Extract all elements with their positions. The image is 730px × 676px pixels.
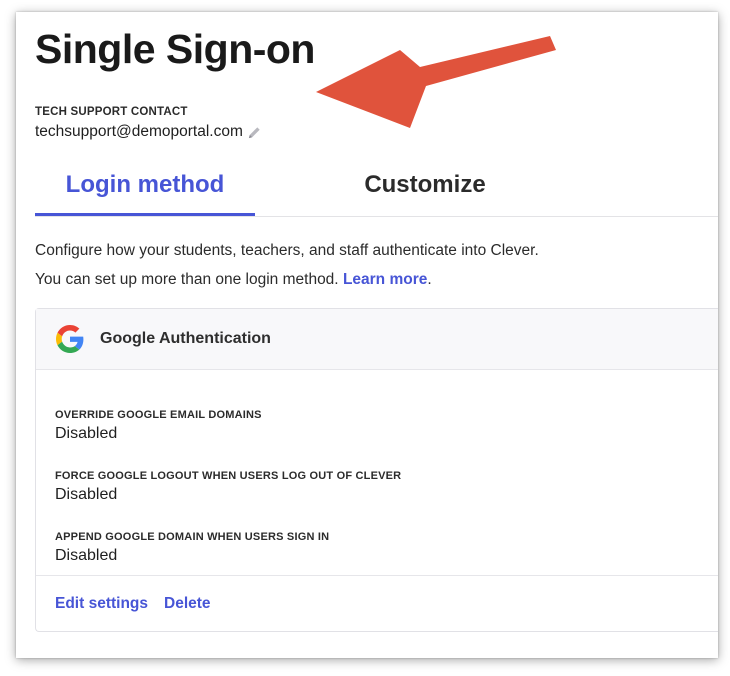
setting-value: Disabled <box>55 425 118 442</box>
description-line-2-text: You can set up more than one login metho… <box>35 271 339 288</box>
description-line-2: You can set up more than one login metho… <box>35 265 715 294</box>
setting-value: Disabled <box>55 547 118 564</box>
setting-value: Disabled <box>55 486 118 503</box>
learn-more-link[interactable]: Learn more <box>343 271 427 288</box>
edit-settings-link[interactable]: Edit settings <box>55 595 148 613</box>
tab-bar: Login method Customize <box>35 166 718 217</box>
tech-support-label: TECH SUPPORT CONTACT <box>35 106 188 118</box>
description-line-1: Configure how your students, teachers, a… <box>35 242 539 259</box>
card-header: Google Authentication <box>36 309 718 370</box>
setting-label: OVERRIDE GOOGLE EMAIL DOMAINS <box>55 409 262 421</box>
setting-append-domain: APPEND GOOGLE DOMAIN WHEN USERS SIGN IN … <box>55 531 329 565</box>
setting-label: FORCE GOOGLE LOGOUT WHEN USERS LOG OUT O… <box>55 470 402 482</box>
tab-login-method[interactable]: Login method <box>35 166 255 216</box>
google-g-icon <box>56 325 84 353</box>
card-footer: Edit settings Delete <box>36 575 718 631</box>
card-title: Google Authentication <box>100 330 271 347</box>
google-auth-card: Google Authentication OVERRIDE GOOGLE EM… <box>35 308 718 632</box>
setting-label: APPEND GOOGLE DOMAIN WHEN USERS SIGN IN <box>55 531 330 543</box>
screenshot-frame: Single Sign-on TECH SUPPORT CONTACT tech… <box>16 12 718 658</box>
description-period: . <box>427 271 432 288</box>
setting-override-domains: OVERRIDE GOOGLE EMAIL DOMAINS Disabled <box>55 409 262 443</box>
tab-customize[interactable]: Customize <box>350 166 500 215</box>
description: Configure how your students, teachers, a… <box>35 236 715 294</box>
delete-link[interactable]: Delete <box>164 595 211 613</box>
page-title: Single Sign-on <box>35 26 315 72</box>
tech-support-email: techsupport@demoportal.com <box>35 123 243 140</box>
setting-force-logout: FORCE GOOGLE LOGOUT WHEN USERS LOG OUT O… <box>55 470 401 504</box>
tech-support-contact: techsupport@demoportal.com <box>35 123 262 141</box>
pencil-icon[interactable] <box>247 125 262 140</box>
